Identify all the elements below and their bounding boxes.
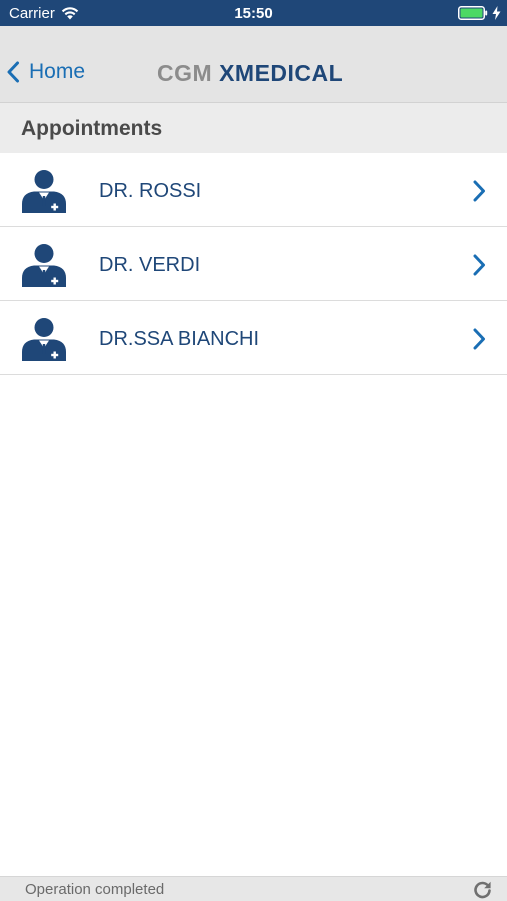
brand-logo: CGM XMEDICAL [157, 61, 343, 85]
chevron-right-icon [473, 180, 485, 202]
list-item-doctor[interactable]: DR. ROSSI [0, 153, 507, 227]
doctor-name: DR.SSA BIANCHI [99, 328, 260, 350]
back-label: Home [29, 60, 86, 83]
back-button[interactable]: Home [6, 54, 85, 90]
brand-logo-xmedical: XMEDICAL [219, 60, 344, 86]
bottom-status-bar: Operation completed [0, 876, 507, 901]
doctor-name: DR. VERDI [99, 254, 201, 276]
doctor-name: DR. ROSSI [99, 180, 202, 202]
doctor-icon [22, 318, 66, 361]
chevron-right-icon [473, 254, 485, 276]
brand-logo-cgm: CGM [157, 60, 220, 86]
section-title: Appointments [21, 117, 163, 140]
operation-status-text: Operation completed [25, 881, 165, 898]
doctor-list: DR. ROSSI DR. VERDI DR.SSA BIANCHI [0, 153, 507, 375]
doctor-icon [22, 244, 66, 287]
back-chevron-icon [7, 61, 19, 83]
refresh-icon[interactable] [473, 880, 492, 899]
battery-icon [458, 6, 488, 20]
doctor-icon [22, 170, 66, 213]
section-header: Appointments [0, 103, 507, 153]
navigation-bar: Home CGM XMEDICAL [0, 26, 507, 103]
list-item-doctor[interactable]: DR. VERDI [0, 227, 507, 301]
clock-time: 15:50 [234, 5, 273, 22]
chevron-right-icon [473, 328, 485, 350]
list-item-doctor[interactable]: DR.SSA BIANCHI [0, 301, 507, 375]
status-bar: Carrier 15:50 [0, 0, 507, 26]
charging-bolt-icon [492, 6, 501, 20]
